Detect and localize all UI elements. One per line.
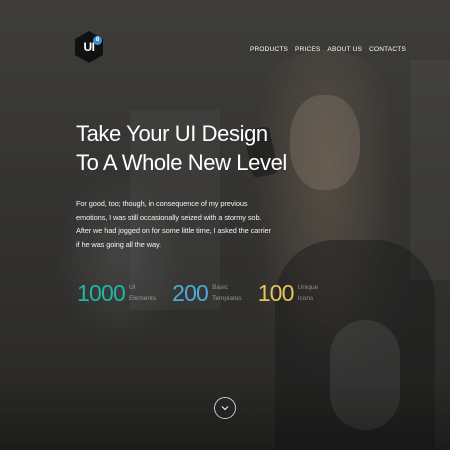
- nav-item-prices[interactable]: PRICES: [295, 46, 320, 53]
- background-photo-scooter: [330, 320, 400, 430]
- nav-item-about-us[interactable]: ABOUT US: [327, 46, 362, 53]
- hero-headline: Take Your UI Design To A Whole New Level: [76, 119, 287, 177]
- stat-number: 100: [257, 280, 295, 306]
- stats-row: 1000 UI Elements 200 Basic Templates 100…: [77, 280, 334, 306]
- stat-label: Unique Icons: [298, 282, 319, 304]
- background-photo-body: [275, 240, 435, 450]
- background-photo-face: [290, 95, 360, 190]
- stat-number: 1000: [77, 280, 126, 306]
- stat-ui-elements: 1000 UI Elements: [77, 280, 156, 306]
- hero-headline-line-1: Take Your UI Design: [76, 121, 268, 146]
- scroll-down-button[interactable]: [214, 397, 236, 419]
- stat-label-line-1: Basic: [212, 284, 228, 291]
- stat-label-line-1: Unique: [297, 284, 319, 291]
- stat-label-line-2: Icons: [297, 295, 314, 302]
- hero-body-text: For good, too; though, in consequence of…: [76, 199, 271, 249]
- chevron-down-icon: [221, 405, 229, 411]
- nav-item-products[interactable]: PRODUCTS: [250, 46, 288, 53]
- stat-label: UI Elements: [129, 282, 156, 304]
- stat-label-line-2: Templates: [212, 295, 242, 302]
- logo-badge: 8: [93, 36, 102, 45]
- hero-headline-line-2: To A Whole New Level: [76, 150, 287, 175]
- stat-unique-icons: 100 Unique Icons: [258, 280, 319, 306]
- stat-label-line-1: UI: [128, 284, 136, 291]
- hero-section: UI 8 PRODUCTS PRICES ABOUT US CONTACTS T…: [0, 0, 450, 450]
- stat-label-line-2: Elements: [128, 295, 157, 302]
- nav-item-contacts[interactable]: CONTACTS: [369, 46, 406, 53]
- stat-label: Basic Templates: [212, 282, 242, 304]
- stat-basic-templates: 200 Basic Templates: [172, 280, 242, 306]
- background-photo-column: [410, 60, 450, 280]
- main-nav: PRODUCTS PRICES ABOUT US CONTACTS: [250, 46, 406, 53]
- stat-number: 200: [172, 280, 209, 306]
